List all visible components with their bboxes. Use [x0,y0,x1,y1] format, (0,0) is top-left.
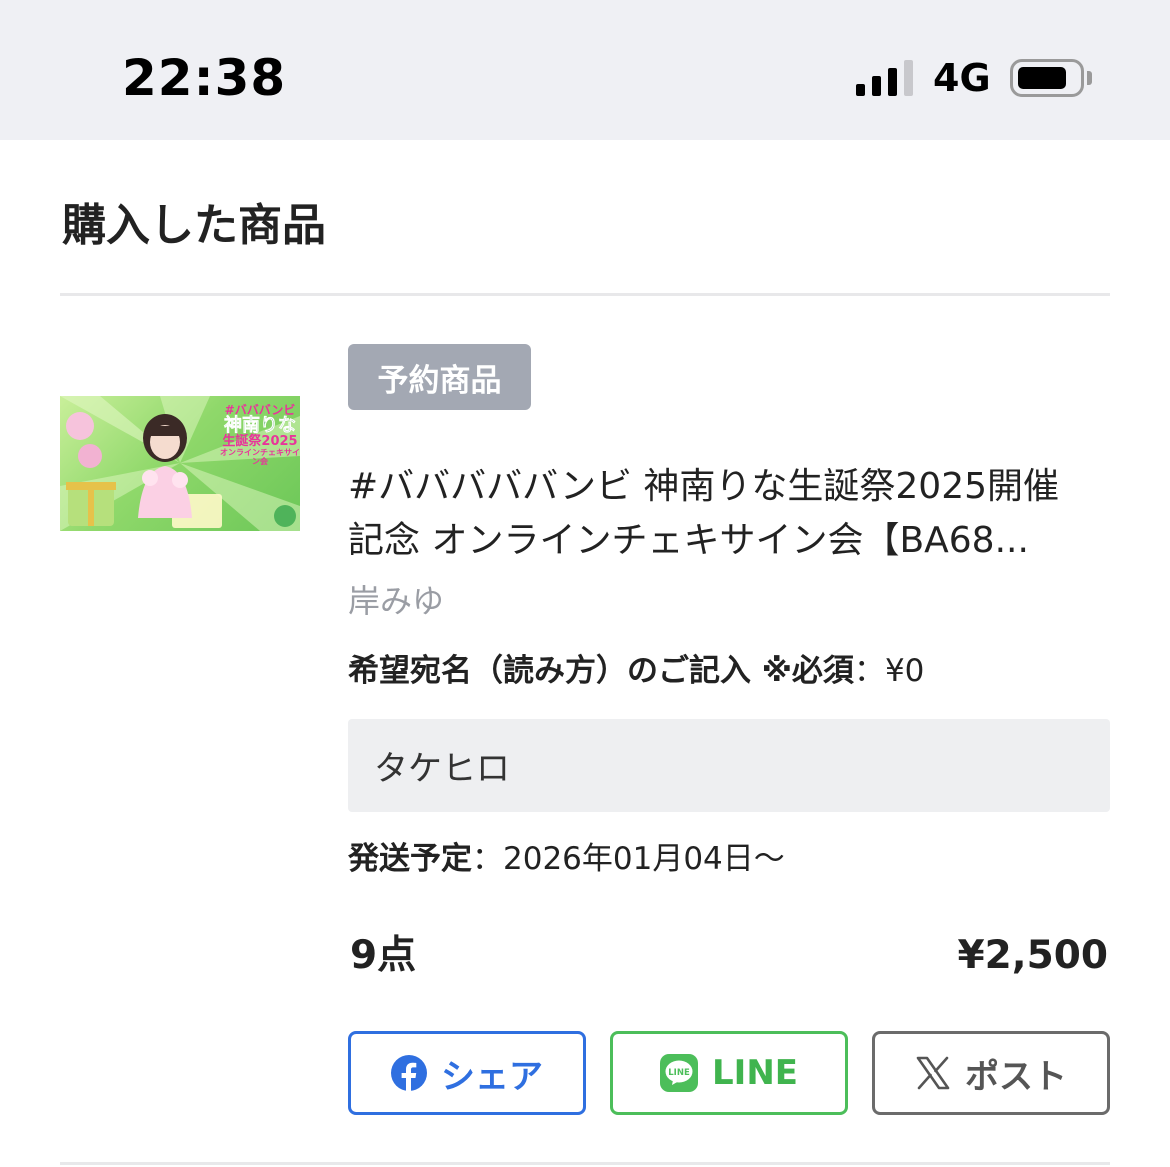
page-title: 購入した商品 [62,200,326,251]
product-thumbnail[interactable]: #バババンビ 神南りな 生誕祭2025 オンラインチェキサイン会 [60,396,300,531]
shipping-separator: ： [472,841,503,877]
product-title-line-2: 記念 オンラインチェキサイン会【BA68... [348,520,1029,561]
option-separator: ： [853,653,885,689]
line-share-label: LINE [712,1053,798,1093]
product-title-line-1: #バババババンビ 神南りな生誕祭2025開催 [348,466,1060,507]
price: ¥2,500 [957,933,1109,978]
battery-tip [1087,71,1092,85]
x-icon [916,1056,950,1090]
facebook-share-button[interactable]: シェア [348,1031,586,1115]
cellular-signal-icon [856,58,914,96]
facebook-share-label: シェア [441,1056,543,1097]
battery-icon [1010,59,1084,97]
quantity: 9点 [350,933,417,978]
preorder-badge: 予約商品 [348,344,531,410]
shipping-date: 2026年01月04日〜 [503,841,785,877]
line-share-button[interactable]: LINE LINE [610,1031,848,1115]
option-value-field: タケヒロ [348,719,1110,812]
divider [60,293,1110,296]
network-type: 4G [933,56,991,100]
line-icon: LINE [660,1054,698,1092]
status-time: 22:38 [122,49,287,107]
option-value: タケヒロ [374,749,510,789]
status-bar: 22:38 4G [0,0,1170,140]
x-post-button[interactable]: ポスト [872,1031,1110,1115]
option-price: ¥0 [884,653,925,689]
facebook-icon [391,1055,427,1091]
option-row: 希望宛名（読み方）のご記入 ※必須：¥0 [348,648,924,694]
svg-text:LINE: LINE [668,1068,690,1078]
divider [60,1162,1110,1165]
option-label: 希望宛名（読み方）のご記入 ※必須 [348,653,854,689]
thumbnail-text: #バババンビ 神南りな 生誕祭2025 オンラインチェキサイン会 [220,403,300,466]
shipping-row: 発送予定：2026年01月04日〜 [348,836,785,882]
x-post-label: ポスト [965,1056,1067,1097]
seller-name: 岸みゆ [348,582,445,620]
shipping-label: 発送予定 [348,841,472,877]
product-title[interactable]: #バババババンビ 神南りな生誕祭2025開催 記念 オンラインチェキサイン会【B… [348,460,1108,568]
